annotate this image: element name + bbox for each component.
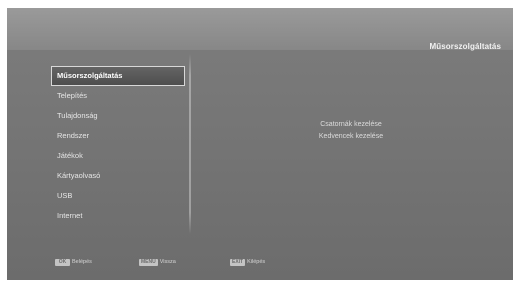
footer-hints: OK Belépés MENU Vissza EXIT Kilépés (55, 257, 495, 269)
menu-item-system[interactable]: Rendszer (51, 126, 185, 146)
hint-ok: OK Belépés (55, 257, 92, 267)
menu-divider (189, 54, 191, 234)
page-title: Műsorszolgáltatás (429, 42, 501, 51)
menu-item-usb[interactable]: USB (51, 186, 185, 206)
submenu-item-channel-management[interactable]: Csatornák kezelése (251, 119, 451, 131)
submenu-item-favorites-management[interactable]: Kedvencek kezelése (251, 131, 451, 143)
menu-item-internet[interactable]: Internet (51, 206, 185, 226)
menu-item-installation[interactable]: Telepítés (51, 86, 185, 106)
ok-key-icon: OK (55, 258, 70, 266)
hint-menu-label: Vissza (159, 259, 176, 265)
menu-item-card-reader[interactable]: Kártyaolvasó (51, 166, 185, 186)
hint-menu: MENU Vissza (139, 257, 176, 267)
hint-exit-label: Kilépés (247, 259, 266, 265)
menu-key-icon: MENU (139, 258, 158, 266)
menu-item-properties[interactable]: Tulajdonság (51, 106, 185, 126)
menu-item-games[interactable]: Játékok (51, 146, 185, 166)
hint-exit: EXIT Kilépés (230, 257, 265, 267)
hint-ok-label: Belépés (72, 259, 92, 265)
submenu: Csatornák kezelése Kedvencek kezelése (251, 119, 451, 143)
main-menu: Műsorszolgáltatás Telepítés Tulajdonság … (51, 66, 185, 226)
menu-item-broadcast[interactable]: Műsorszolgáltatás (51, 66, 185, 86)
exit-key-icon: EXIT (230, 258, 246, 266)
tv-menu-screen: Műsorszolgáltatás Műsorszolgáltatás Tele… (7, 8, 513, 280)
